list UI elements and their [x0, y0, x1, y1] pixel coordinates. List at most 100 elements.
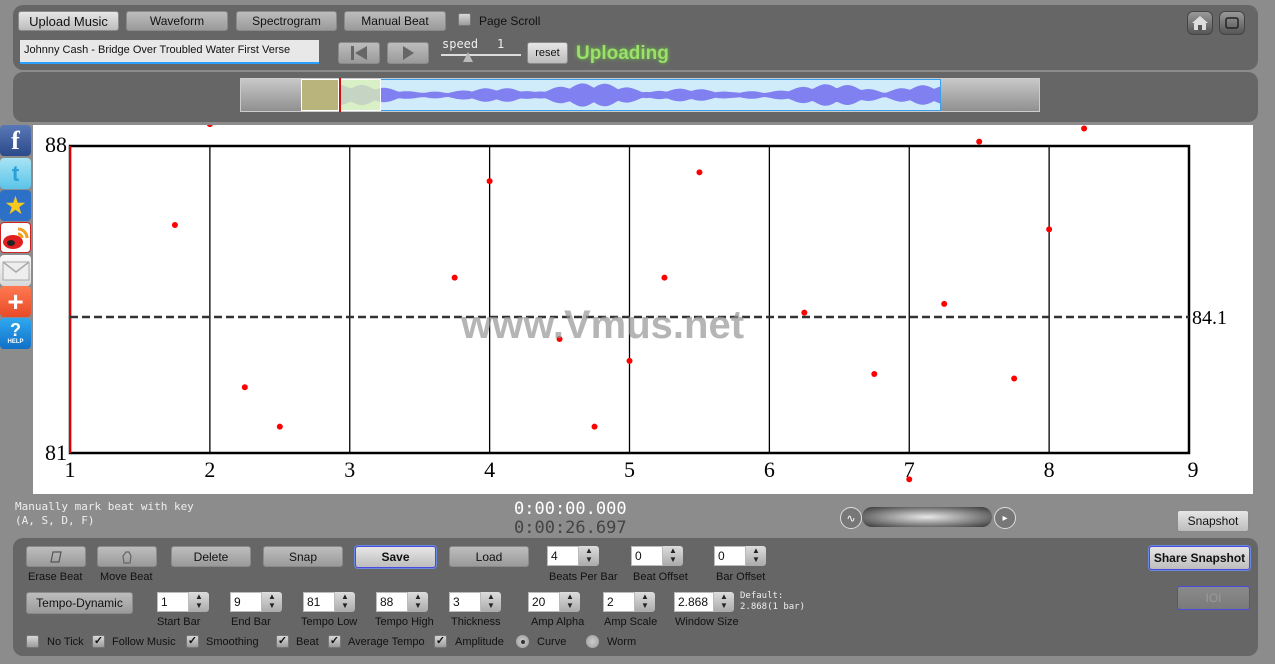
beat-offset-label: Beat Offset — [633, 571, 688, 583]
snapshot-button[interactable]: Snapshot — [1177, 510, 1249, 532]
snap-button[interactable]: Snap — [263, 546, 343, 567]
start-bar-stepper[interactable]: 1 ▲ ▼ — [157, 592, 209, 612]
radio-curve[interactable] — [516, 635, 529, 648]
beats-per-bar-input[interactable]: 4 — [547, 546, 579, 566]
tempo-low-input[interactable]: 81 — [303, 592, 335, 612]
x-tick-label: 5 — [624, 457, 635, 482]
waveform-view-icon[interactable]: ∿ — [840, 507, 862, 529]
move-beat-button[interactable] — [97, 546, 157, 567]
qzone-icon: ★ — [5, 192, 26, 218]
stepper-arrows-icon[interactable]: ▲ ▼ — [635, 592, 655, 612]
speed-slider[interactable] — [441, 52, 521, 62]
current-time: 0:00:00.000 — [514, 499, 627, 519]
qzone-button[interactable]: ★ — [0, 190, 31, 221]
overview-playhead[interactable] — [339, 78, 341, 112]
amp-scale-input[interactable]: 2 — [603, 592, 635, 612]
fullscreen-button[interactable] — [1219, 11, 1245, 35]
play-icon — [403, 46, 414, 60]
tempo-point — [696, 169, 703, 176]
amp-alpha-input[interactable]: 20 — [528, 592, 560, 612]
checkbox-amplitude[interactable]: ✓ — [434, 635, 447, 648]
tempo-low-stepper[interactable]: 81 ▲ ▼ — [303, 592, 355, 612]
stepper-arrows-icon[interactable]: ▲ ▼ — [408, 592, 428, 612]
home-button[interactable] — [1187, 11, 1213, 35]
window-size-stepper[interactable]: 2.868 ▲ ▼ — [674, 592, 734, 612]
beat-offset-input[interactable]: 0 — [631, 546, 663, 566]
share-plus-button[interactable]: + — [0, 286, 31, 317]
default-line1: Default: — [740, 591, 784, 601]
tempo-point — [171, 221, 178, 228]
tempo-point — [801, 309, 808, 316]
thickness-stepper[interactable]: 3 ▲ ▼ — [449, 592, 501, 612]
facebook-button[interactable]: f — [0, 125, 31, 156]
mail-icon — [2, 260, 29, 280]
stepper-arrows-icon[interactable]: ▲ ▼ — [481, 592, 501, 612]
default-line2: 2.868(1 bar) — [740, 602, 806, 612]
waveform-shape — [302, 83, 940, 107]
thickness-input[interactable]: 3 — [449, 592, 481, 612]
radio-worm[interactable] — [586, 635, 599, 648]
reset-button[interactable]: reset — [527, 42, 568, 64]
delete-button[interactable]: Delete — [171, 546, 251, 567]
manual-beat-button[interactable]: Manual Beat — [344, 11, 446, 31]
view-toggle[interactable]: ∿ ▸ — [840, 506, 1016, 530]
end-bar-input[interactable]: 9 — [230, 592, 262, 612]
spectrum-view-icon[interactable]: ▸ — [994, 507, 1016, 529]
stepper-arrows-icon[interactable]: ▲ ▼ — [189, 592, 209, 612]
ioi-button[interactable]: IOI — [1177, 586, 1250, 610]
window-size-input[interactable]: 2.868 — [674, 592, 714, 612]
stepper-arrows-icon[interactable]: ▲ ▼ — [335, 592, 355, 612]
stepper-arrows-icon[interactable]: ▲ ▼ — [579, 546, 599, 566]
tempo-point — [941, 300, 948, 307]
bar-offset-stepper[interactable]: 0 ▲ ▼ — [714, 546, 766, 566]
beat-offset-stepper[interactable]: 0 ▲ ▼ — [631, 546, 683, 566]
checkbox-follow-music[interactable]: ✓ — [92, 635, 105, 648]
checkbox-smoothing[interactable]: ✓ — [186, 635, 199, 648]
checkbox-beat[interactable]: ✓ — [276, 635, 289, 648]
end-bar-stepper[interactable]: 9 ▲ ▼ — [230, 592, 282, 612]
view-toggle-slider[interactable] — [862, 507, 992, 527]
amp-alpha-label: Amp Alpha — [531, 616, 585, 628]
x-tick-label: 1 — [65, 457, 76, 482]
help-button[interactable]: ? HELP — [0, 318, 31, 349]
bar-offset-label: Bar Offset — [716, 571, 766, 583]
stepper-arrows-icon[interactable]: ▲ ▼ — [714, 592, 734, 612]
tempo-high-input[interactable]: 88 — [376, 592, 408, 612]
bar-offset-input[interactable]: 0 — [714, 546, 746, 566]
share-snapshot-button[interactable]: Share Snapshot — [1149, 546, 1250, 570]
stepper-arrows-icon[interactable]: ▲ ▼ — [663, 546, 683, 566]
play-button[interactable] — [387, 42, 429, 64]
stepper-arrows-icon[interactable]: ▲ ▼ — [262, 592, 282, 612]
rewind-button[interactable] — [338, 42, 380, 64]
tempo-point — [661, 274, 668, 281]
waveform-visible-region[interactable] — [301, 79, 941, 111]
fullscreen-icon — [1225, 17, 1239, 29]
window-size-default: Default: 2.868(1 bar) — [740, 591, 805, 613]
tempo-high-label: Tempo High — [375, 616, 434, 628]
tempo-high-stepper[interactable]: 88 ▲ ▼ — [376, 592, 428, 612]
save-button[interactable]: Save — [355, 546, 436, 568]
page-scroll-checkbox[interactable] — [458, 13, 471, 26]
stepper-arrows-icon[interactable]: ▲ ▼ — [746, 546, 766, 566]
mail-button[interactable] — [0, 255, 31, 286]
amp-scale-stepper[interactable]: 2 ▲ ▼ — [603, 592, 655, 612]
beats-per-bar-stepper[interactable]: 4 ▲ ▼ — [547, 546, 599, 566]
erase-beat-button[interactable] — [26, 546, 86, 567]
waveform-button[interactable]: Waveform — [126, 11, 228, 31]
upload-music-button[interactable]: Upload Music — [18, 11, 119, 31]
weibo-button[interactable] — [0, 222, 31, 253]
checkbox-no-tick[interactable] — [26, 635, 39, 648]
tempo-dynamic-button[interactable]: Tempo-Dynamic — [26, 592, 133, 614]
spectrogram-button[interactable]: Spectrogram — [236, 11, 337, 31]
twitter-button[interactable]: t — [0, 158, 31, 189]
checkbox-average-tempo[interactable]: ✓ — [328, 635, 341, 648]
song-title-input[interactable]: Johnny Cash - Bridge Over Troubled Water… — [20, 40, 319, 64]
waveform-overview[interactable] — [240, 78, 1040, 112]
amp-alpha-stepper[interactable]: 20 ▲ ▼ — [528, 592, 580, 612]
share-plus-icon: + — [7, 285, 24, 317]
checkbox-label: Amplitude — [455, 636, 504, 648]
stepper-arrows-icon[interactable]: ▲ ▼ — [560, 592, 580, 612]
load-button[interactable]: Load — [449, 546, 529, 567]
speed-slider-thumb[interactable] — [463, 52, 473, 62]
start-bar-input[interactable]: 1 — [157, 592, 189, 612]
